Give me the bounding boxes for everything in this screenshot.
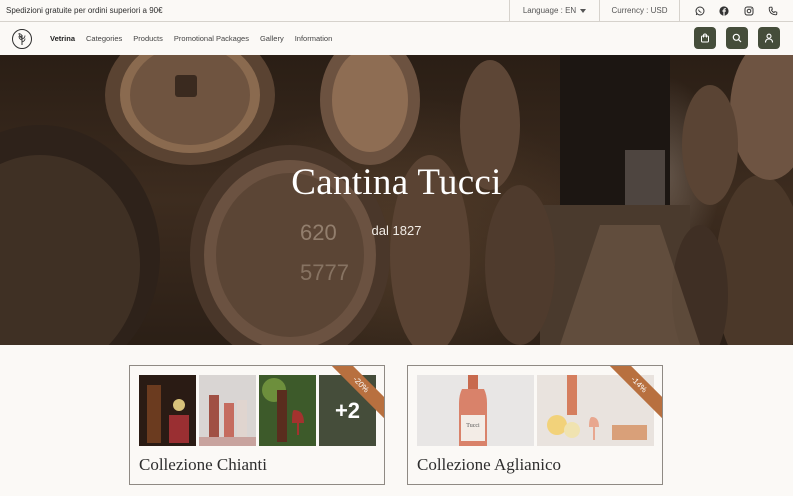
product-thumbnail <box>259 375 316 446</box>
bag-icon <box>701 33 709 43</box>
svg-text:Tucci: Tucci <box>466 423 480 429</box>
search-icon <box>732 33 742 43</box>
collection-card-aglianico[interactable]: Tucci Collezione Aglianico -14% <box>407 365 663 485</box>
currency-label: Currency : USD <box>611 6 668 15</box>
whatsapp-icon[interactable] <box>695 6 705 16</box>
language-label: Language : EN <box>522 6 577 15</box>
collection-card-chianti[interactable]: +2 Collezione Chianti -20% <box>129 365 385 485</box>
user-icon <box>764 33 774 43</box>
nav-item-products[interactable]: Products <box>133 34 163 43</box>
instagram-icon[interactable] <box>744 6 754 16</box>
currency-selector[interactable]: Currency : USD <box>599 0 679 21</box>
phone-icon[interactable] <box>768 6 778 16</box>
hero-banner: 620 5777 Cantina Tucci dal 1827 <box>0 55 793 345</box>
nav-item-categories[interactable]: Categories <box>86 34 122 43</box>
collection-title: Collezione Aglianico <box>417 455 561 474</box>
top-bar: Spedizioni gratuite per ordini superiori… <box>0 0 793 22</box>
search-button[interactable] <box>726 27 748 49</box>
shipping-promo-text: Spedizioni gratuite per ordini superiori… <box>6 6 163 15</box>
product-thumbnail <box>139 375 196 446</box>
hero-title: Cantina Tucci <box>291 162 502 203</box>
main-navigation: Vetrina Categories Products Promotional … <box>0 22 793 55</box>
nav-menu: Vetrina Categories Products Promotional … <box>50 34 343 43</box>
social-links <box>679 0 793 21</box>
product-thumbnail <box>199 375 256 446</box>
facebook-icon[interactable] <box>719 5 729 16</box>
nav-item-information[interactable]: Information <box>295 34 333 43</box>
product-thumbnail: Tucci <box>417 375 534 446</box>
account-button[interactable] <box>758 27 780 49</box>
chevron-down-icon <box>580 8 587 13</box>
hero-subtitle: dal 1827 <box>371 223 422 238</box>
collection-title: Collezione Chianti <box>139 455 267 474</box>
language-selector[interactable]: Language : EN <box>509 0 599 21</box>
nav-item-promotional-packages[interactable]: Promotional Packages <box>174 34 249 43</box>
cart-button[interactable] <box>694 27 716 49</box>
nav-item-gallery[interactable]: Gallery <box>260 34 284 43</box>
collections-section: +2 Collezione Chianti -20% Tucci Collezi… <box>0 345 793 496</box>
nav-item-vetrina[interactable]: Vetrina <box>50 34 75 43</box>
svg-text:5777: 5777 <box>300 260 349 285</box>
brand-logo[interactable] <box>12 28 32 49</box>
wheat-logo-icon <box>18 32 26 45</box>
